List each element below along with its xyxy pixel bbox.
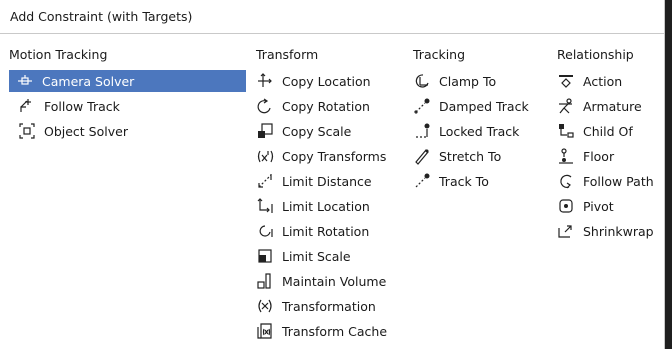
menu-item-stretch-to[interactable]: Stretch To <box>413 145 501 167</box>
damped-track-icon <box>413 97 431 115</box>
menu-item-transform-cache[interactable]: Transform Cache <box>256 320 387 342</box>
menu-item-label: Camera Solver <box>42 73 135 89</box>
menu-item-damped-track[interactable]: Damped Track <box>413 95 529 117</box>
menu-item-label: Floor <box>583 148 615 164</box>
clamp-to-icon <box>413 72 431 90</box>
menu-item-label: Follow Track <box>44 98 120 114</box>
limit-rotation-icon <box>256 222 274 240</box>
menu-item-label: Pivot <box>583 198 614 214</box>
child-of-icon <box>557 122 575 140</box>
menu-item-action[interactable]: Action <box>557 70 622 92</box>
menu-item-label: Limit Rotation <box>282 223 370 239</box>
heading-tracking: Tracking <box>413 47 466 62</box>
menu-item-label: Follow Path <box>583 173 654 189</box>
menu-item-camera-solver[interactable]: Camera Solver <box>9 70 246 92</box>
heading-relationship: Relationship <box>557 47 634 62</box>
menu-item-label: Clamp To <box>439 73 497 89</box>
armature-icon <box>557 97 575 115</box>
menu-item-label: Child Of <box>583 123 633 139</box>
menu-item-label: Transform Cache <box>282 323 388 339</box>
menu-item-label: Copy Scale <box>282 123 352 139</box>
menu-item-follow-track[interactable]: Follow Track <box>18 95 120 117</box>
menu-item-label: Limit Scale <box>282 248 351 264</box>
menu-item-armature[interactable]: Armature <box>557 95 642 117</box>
transform-cache-icon <box>256 322 274 340</box>
menu-item-follow-path[interactable]: Follow Path <box>557 170 654 192</box>
maintain-volume-icon <box>256 272 274 290</box>
menu-item-label: Maintain Volume <box>282 273 387 289</box>
menu-item-locked-track[interactable]: Locked Track <box>413 120 519 142</box>
copy-scale-icon <box>256 122 274 140</box>
menu-item-child-of[interactable]: Child Of <box>557 120 633 142</box>
menu-item-label: Copy Transforms <box>282 148 387 164</box>
shrinkwrap-icon <box>557 222 575 240</box>
menu-title-bar: Add Constraint (with Targets) <box>0 0 664 34</box>
menu-item-shrinkwrap[interactable]: Shrinkwrap <box>557 220 654 242</box>
menu-item-label: Armature <box>583 98 642 114</box>
action-icon <box>557 72 575 90</box>
stretch-to-icon <box>413 147 431 165</box>
copy-location-icon <box>256 72 274 90</box>
pivot-icon <box>557 197 575 215</box>
follow-track-icon <box>18 97 36 115</box>
limit-distance-icon <box>256 172 274 190</box>
menu-item-label: Copy Location <box>282 73 371 89</box>
menu-item-label: Locked Track <box>439 123 520 139</box>
menu-item-copy-rotation[interactable]: Copy Rotation <box>256 95 370 117</box>
camera-solver-icon <box>16 72 34 90</box>
limit-scale-icon <box>256 247 274 265</box>
menu-item-clamp-to[interactable]: Clamp To <box>413 70 496 92</box>
menu-item-label: Damped Track <box>439 98 529 114</box>
menu-item-label: Action <box>583 73 623 89</box>
limit-location-icon <box>256 197 274 215</box>
menu-item-limit-rotation[interactable]: Limit Rotation <box>256 220 369 242</box>
add-constraint-menu: Add Constraint (with Targets) Motion Tra… <box>0 0 665 349</box>
locked-track-icon <box>413 122 431 140</box>
copy-rotation-icon <box>256 97 274 115</box>
follow-path-icon <box>557 172 575 190</box>
menu-item-copy-transforms[interactable]: Copy Transforms <box>256 145 386 167</box>
copy-transforms-icon <box>256 147 274 165</box>
track-to-icon <box>413 172 431 190</box>
menu-item-label: Stretch To <box>439 148 502 164</box>
menu-item-track-to[interactable]: Track To <box>413 170 489 192</box>
object-solver-icon <box>18 122 36 140</box>
menu-item-transformation[interactable]: Transformation <box>256 295 376 317</box>
menu-item-label: Transformation <box>282 298 376 314</box>
menu-item-copy-location[interactable]: Copy Location <box>256 70 371 92</box>
heading-transform: Transform <box>256 47 319 62</box>
menu-title: Add Constraint (with Targets) <box>10 9 193 24</box>
menu-item-object-solver[interactable]: Object Solver <box>18 120 128 142</box>
menu-item-label: Copy Rotation <box>282 98 370 114</box>
menu-item-limit-scale[interactable]: Limit Scale <box>256 245 351 267</box>
menu-item-copy-scale[interactable]: Copy Scale <box>256 120 351 142</box>
menu-item-label: Object Solver <box>44 123 128 139</box>
floor-icon <box>557 147 575 165</box>
menu-item-pivot[interactable]: Pivot <box>557 195 614 217</box>
heading-motion-tracking: Motion Tracking <box>9 47 108 62</box>
menu-item-label: Limit Location <box>282 198 370 214</box>
menu-item-label: Limit Distance <box>282 173 372 189</box>
menu-item-floor[interactable]: Floor <box>557 145 614 167</box>
menu-item-label: Track To <box>439 173 489 189</box>
menu-item-limit-distance[interactable]: Limit Distance <box>256 170 372 192</box>
transformation-icon <box>256 297 274 315</box>
menu-item-maintain-volume[interactable]: Maintain Volume <box>256 270 386 292</box>
menu-item-limit-location[interactable]: Limit Location <box>256 195 370 217</box>
menu-item-label: Shrinkwrap <box>583 223 654 239</box>
